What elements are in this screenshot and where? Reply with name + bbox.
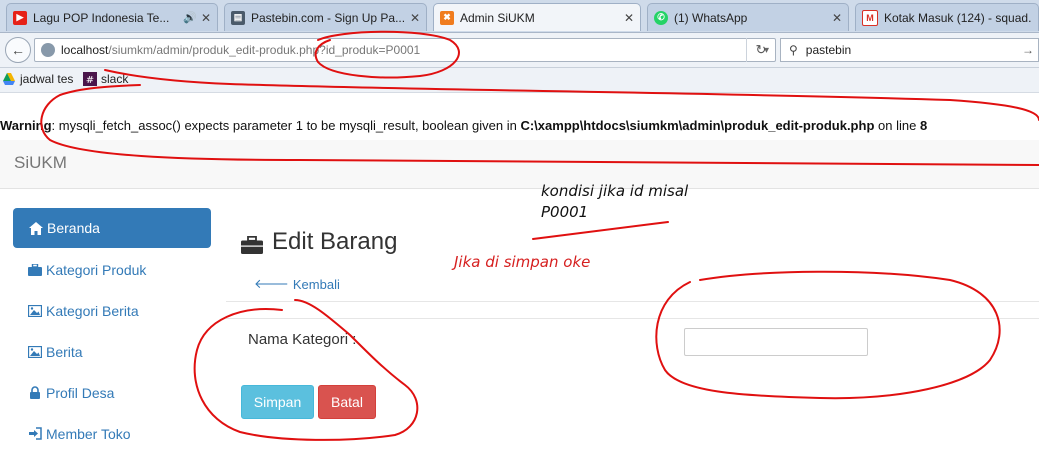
annotation-note-red: Jika di simpan oke: [454, 253, 591, 271]
speaker-icon[interactable]: 🔊: [183, 11, 197, 24]
divider: [226, 318, 1039, 319]
sidebar-item-beranda[interactable]: Beranda: [13, 208, 211, 248]
sidebar-item-label: Kategori Berita: [46, 302, 139, 319]
close-icon[interactable]: ✕: [410, 11, 420, 25]
bookmark-jadwal-tes[interactable]: jadwal tes: [2, 72, 73, 86]
sidebar-item-kategori-produk[interactable]: Kategori Produk: [13, 249, 211, 290]
close-icon[interactable]: ✕: [624, 11, 634, 25]
sidebar-item-label: Profil Desa: [46, 384, 115, 401]
warning-label: Warning: [0, 118, 52, 133]
sidebar-item-label: Member Toko: [46, 425, 131, 442]
annotation-line: P0001: [541, 203, 589, 221]
divider: [226, 301, 1039, 302]
tab-whatsapp[interactable]: ✆ (1) WhatsApp ✕: [647, 3, 849, 31]
brand-link[interactable]: SiUKM: [14, 153, 67, 173]
page-title-text: Edit Barang: [272, 228, 398, 255]
nama-kategori-input[interactable]: [684, 328, 868, 356]
page-title: Edit Barang: [241, 228, 397, 256]
search-input[interactable]: ⚲ pastebin →: [780, 38, 1039, 62]
back-link-label: Kembali: [292, 276, 340, 292]
url-path: /siumkm/admin/produk_edit-produk.php?id_…: [108, 43, 421, 57]
reload-button[interactable]: ↻: [746, 38, 775, 62]
search-value: pastebin: [805, 43, 852, 57]
back-link[interactable]: 🡐 Kembali: [254, 276, 340, 292]
sidebar-item-profil-desa[interactable]: Profil Desa: [13, 372, 211, 413]
briefcase-icon: [241, 233, 263, 254]
tab-admin-siukm[interactable]: ✖ Admin SiUKM ✕: [433, 3, 641, 31]
nama-kategori-label: Nama Kategori :: [248, 331, 357, 348]
sidebar-item-label: Beranda: [47, 220, 100, 236]
pastebin-icon: ▤: [231, 10, 245, 25]
lock-icon: [28, 386, 42, 399]
picture-icon: [28, 304, 42, 317]
bookmark-slack[interactable]: # slack: [83, 72, 128, 86]
sidebar-item-member-toko[interactable]: Member Toko: [13, 413, 211, 454]
login-icon: [28, 427, 42, 440]
tab-label: (1) WhatsApp: [674, 10, 748, 25]
sidebar: Beranda Kategori Produk Kategori Berita …: [13, 208, 211, 454]
youtube-icon: ▶: [13, 10, 27, 25]
save-button[interactable]: Simpan: [241, 385, 314, 419]
cancel-button[interactable]: Batal: [318, 385, 376, 419]
tab-label: Kotak Masuk (124) - squad...: [884, 10, 1032, 25]
warning-path: C:\xampp\htdocs\siumkm\admin\produk_edit…: [520, 118, 875, 133]
gmail-icon: M: [862, 9, 878, 26]
back-button[interactable]: ←: [5, 37, 31, 63]
close-icon[interactable]: ✕: [832, 11, 842, 25]
browser-tab-strip: ▶ Lagu POP Indonesia Te... 🔊 ✕ ▤ Pastebi…: [0, 0, 1039, 33]
svg-text:#: #: [86, 75, 94, 86]
url-host: localhost: [61, 43, 109, 57]
xampp-icon: ✖: [440, 10, 454, 25]
tab-youtube[interactable]: ▶ Lagu POP Indonesia Te... 🔊 ✕: [6, 3, 218, 31]
home-icon: [29, 221, 43, 235]
slack-icon: #: [83, 72, 97, 86]
address-bar[interactable]: localhost/siumkm/admin/produk_edit-produ…: [34, 38, 776, 62]
tab-label: Pastebin.com - Sign Up Pa...: [251, 10, 406, 25]
sidebar-item-label: Kategori Produk: [46, 261, 147, 278]
sidebar-item-label: Berita: [46, 343, 83, 360]
sidebar-item-berita[interactable]: Berita: [13, 331, 211, 372]
picture-icon: [28, 345, 42, 358]
close-icon[interactable]: ✕: [201, 11, 211, 25]
drive-icon: [3, 73, 15, 85]
briefcase-icon: [28, 263, 42, 276]
warning-line-text: on line: [874, 118, 920, 133]
sidebar-item-kategori-berita[interactable]: Kategori Berita: [13, 290, 211, 331]
warning-message: : mysqli_fetch_assoc() expects parameter…: [51, 118, 521, 133]
browser-navigation-bar: ← localhost/siumkm/admin/produk_edit-pro…: [0, 33, 1039, 68]
whatsapp-icon: ✆: [654, 10, 668, 25]
tab-label: Lagu POP Indonesia Te...: [33, 10, 170, 25]
search-icon: ⚲: [789, 43, 798, 57]
tab-pastebin[interactable]: ▤ Pastebin.com - Sign Up Pa... ✕: [224, 3, 427, 31]
annotation-note: kondisi jika id misal P0001: [541, 181, 688, 223]
warning-line: 8: [919, 118, 928, 133]
bookmarks-toolbar: jadwal tes # slack: [0, 68, 1039, 93]
tab-gmail[interactable]: M Kotak Masuk (124) - squad...: [855, 3, 1039, 31]
php-warning: Warning: mysqli_fetch_assoc() expects pa…: [0, 118, 927, 133]
annotation-line: kondisi jika id misal: [541, 182, 689, 200]
globe-icon: [41, 43, 55, 57]
arrow-left-icon: 🡐: [254, 276, 289, 291]
bookmark-label: jadwal tes: [20, 72, 74, 86]
bookmark-label: slack: [101, 72, 129, 86]
scribble-underline: [532, 221, 669, 240]
app-navbar: SiUKM: [0, 140, 1039, 189]
arrow-right-icon[interactable]: →: [1022, 43, 1034, 57]
tab-label: Admin SiUKM: [460, 10, 535, 25]
